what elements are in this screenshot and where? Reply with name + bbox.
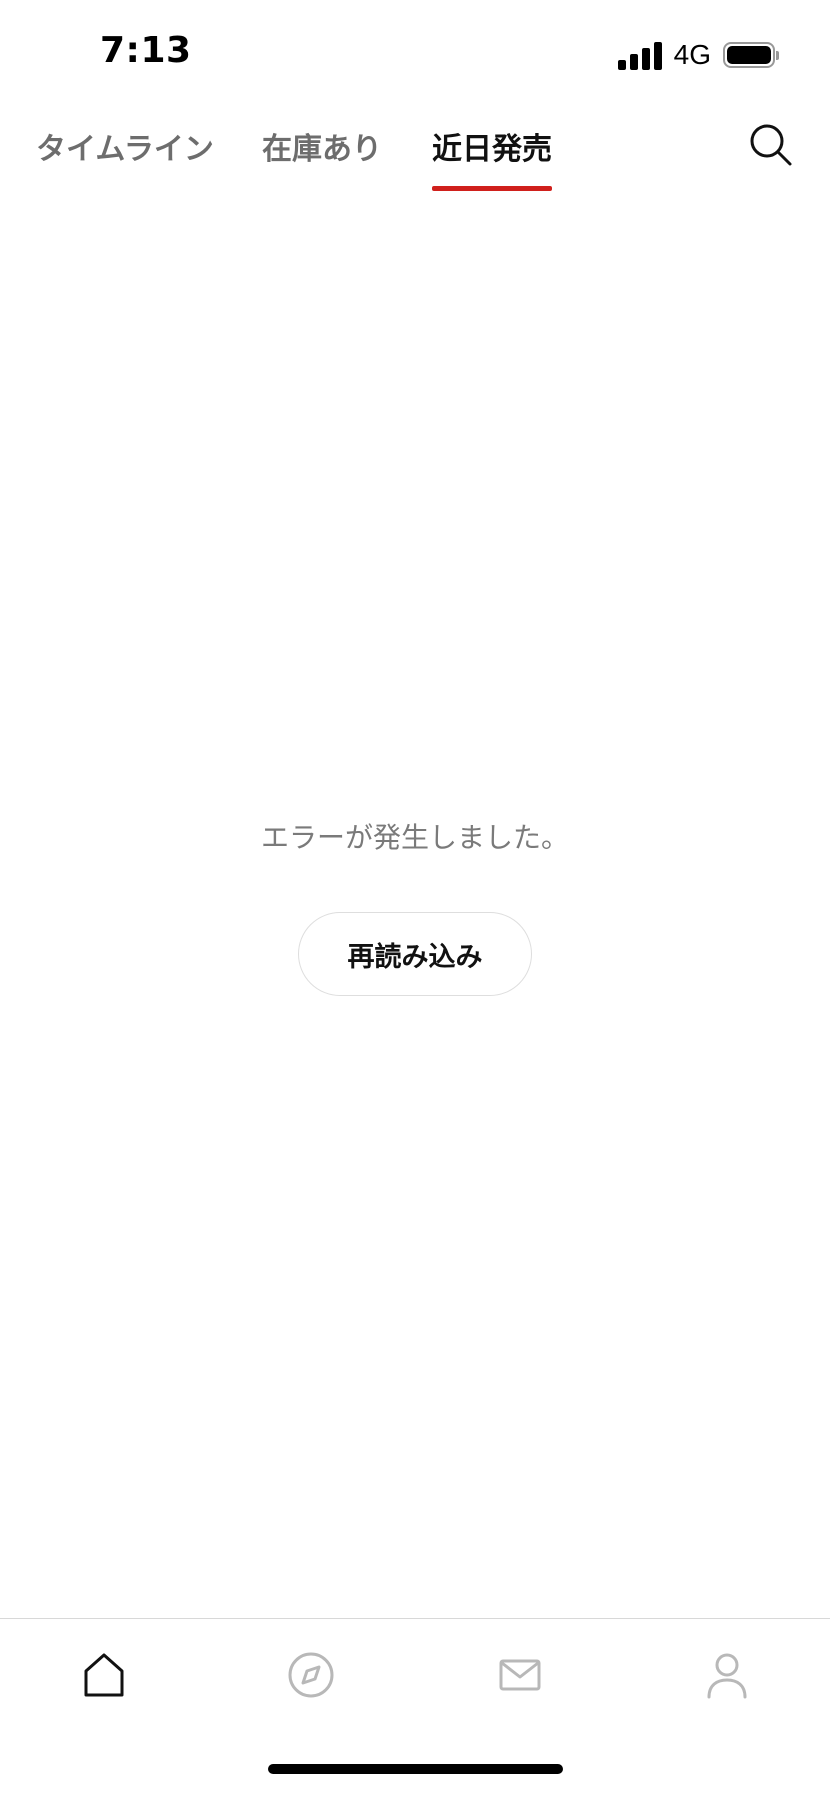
app-screen: 7:13 4G タイムライン 在庫あり 近日発売 エラーが発生しました。 再読み… — [0, 0, 830, 1796]
top-tab-bar: タイムライン 在庫あり 近日発売 — [0, 100, 830, 200]
status-bar: 7:13 4G — [0, 0, 830, 100]
tab-label: タイムライン — [36, 132, 214, 167]
profile-icon — [707, 1653, 747, 1699]
status-indicators: 4G — [617, 38, 779, 72]
tab-label: 在庫あり — [262, 132, 382, 167]
network-type: 4G — [673, 39, 711, 70]
error-message: エラーが発生しました。 — [260, 821, 569, 854]
nav-messages[interactable] — [490, 1645, 550, 1705]
tab-timeline[interactable]: タイムライン — [36, 124, 214, 168]
search-button[interactable] — [746, 120, 796, 170]
compass-icon — [288, 1652, 334, 1698]
signal-bars-icon — [617, 40, 662, 70]
nav-discover[interactable] — [281, 1645, 341, 1705]
tab-label: 近日発売 — [432, 132, 552, 167]
reload-button[interactable]: 再読み込み — [298, 912, 532, 996]
tab-in-stock[interactable]: 在庫あり — [262, 124, 382, 168]
active-tab-indicator — [432, 186, 552, 191]
battery-icon — [723, 42, 779, 68]
home-indicator[interactable] — [268, 1764, 563, 1774]
nav-profile[interactable] — [697, 1645, 757, 1705]
nav-home[interactable] — [74, 1645, 134, 1705]
mail-icon — [499, 1659, 541, 1691]
search-icon — [750, 124, 792, 166]
status-time: 7:13 — [100, 30, 192, 71]
tab-coming-soon[interactable]: 近日発売 — [432, 124, 552, 191]
home-icon — [84, 1653, 124, 1697]
